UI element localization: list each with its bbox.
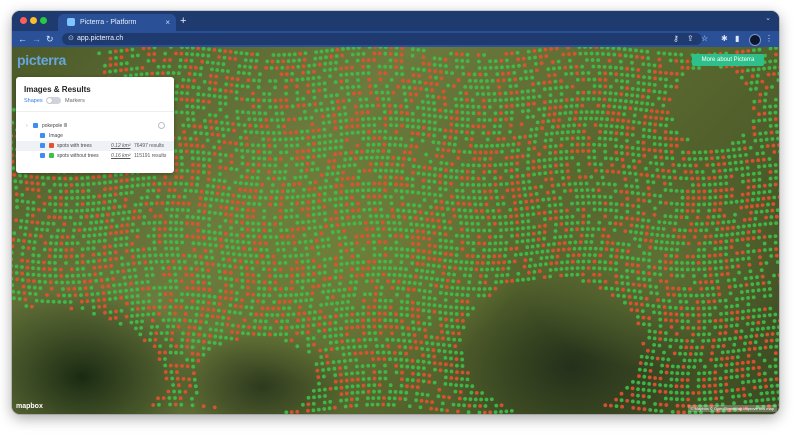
picterra-favicon-icon [67,18,75,26]
layer-results: 115191 results [134,152,167,159]
extensions-icon[interactable]: ✱ [721,33,728,45]
folder-label: pokepole lll [42,122,68,129]
sidepanel-icon[interactable]: ▮ [735,33,739,45]
layer-area: 0.12 km² [111,142,131,149]
shapes-toggle-label[interactable]: Shapes [24,98,43,104]
browser-window: Picterra - Platform × + ⌄ ← → ↻ ⊙ app.pi… [12,11,779,414]
panel-title: Images & Results [24,85,91,94]
layer-label: spots without trees [57,152,99,159]
layer-color-swatch [49,153,54,158]
site-info-icon[interactable]: ⊙ [68,33,74,45]
image-label: Image [49,132,63,139]
address-bar[interactable]: ⊙ app.picterra.ch [62,33,702,45]
layer-row-spots-without-trees[interactable]: spots without trees 0.16 km² 115191 resu… [16,151,174,161]
url-text[interactable]: app.picterra.ch [77,33,123,45]
minimize-window-button[interactable] [30,17,37,24]
markers-toggle-label[interactable]: Markers [65,98,85,104]
shapes-markers-toggle[interactable] [46,97,61,104]
layer-checkbox[interactable] [40,153,45,158]
star-icon[interactable]: ☆ [701,33,708,45]
panel-divider [16,111,174,112]
layer-color-swatch [49,143,54,148]
map-attribution[interactable]: © Mapbox © OpenStreetMap Improve this ma… [687,405,777,412]
folder-row[interactable]: › pokepole lll [16,121,174,131]
close-window-button[interactable] [20,17,27,24]
new-tab-button[interactable]: + [180,13,186,29]
images-results-panel: Images & Results Shapes Markers › pokepo… [16,77,174,173]
folder-options-icon[interactable] [158,122,165,129]
picterra-logo: picterra [17,52,66,68]
image-row[interactable]: Image [16,131,174,141]
map-view[interactable]: picterra More about Picterra mapbox © Ma… [12,47,779,414]
menu-icon[interactable]: ⋮ [765,33,773,45]
layer-row-spots-with-trees[interactable]: spots with trees 0.12 km² 76497 results [16,141,174,151]
tab-search-icon[interactable]: ⌄ [765,14,771,22]
image-checkbox[interactable] [40,133,45,138]
layer-results: 76497 results [134,142,165,149]
layer-checkbox[interactable] [40,143,45,148]
folder-checkbox[interactable] [33,123,38,128]
toggle-knob [47,98,52,103]
forward-icon[interactable]: → [32,32,41,46]
key-icon[interactable]: ⚷ [673,33,679,45]
close-tab-icon[interactable]: × [165,14,170,31]
tab-strip: Picterra - Platform × + ⌄ [12,11,779,31]
browser-toolbar: ← → ↻ ⊙ app.picterra.ch ⚷ ⇪ ☆ ✱ ▮ ⋮ [12,31,779,47]
layer-label: spots with trees [57,142,92,149]
mapbox-logo[interactable]: mapbox [16,403,43,410]
maximize-window-button[interactable] [40,17,47,24]
active-tab[interactable]: Picterra - Platform × [58,14,176,31]
reload-icon[interactable]: ↻ [46,32,54,46]
back-icon[interactable]: ← [18,32,27,46]
chevron-down-icon[interactable]: › [26,123,28,129]
profile-icon[interactable] [749,34,761,46]
share-icon[interactable]: ⇪ [687,33,694,45]
more-about-picterra-button[interactable]: More about Picterra [692,54,764,66]
tab-title: Picterra - Platform [80,19,137,26]
layer-area: 0.16 km² [111,152,131,159]
